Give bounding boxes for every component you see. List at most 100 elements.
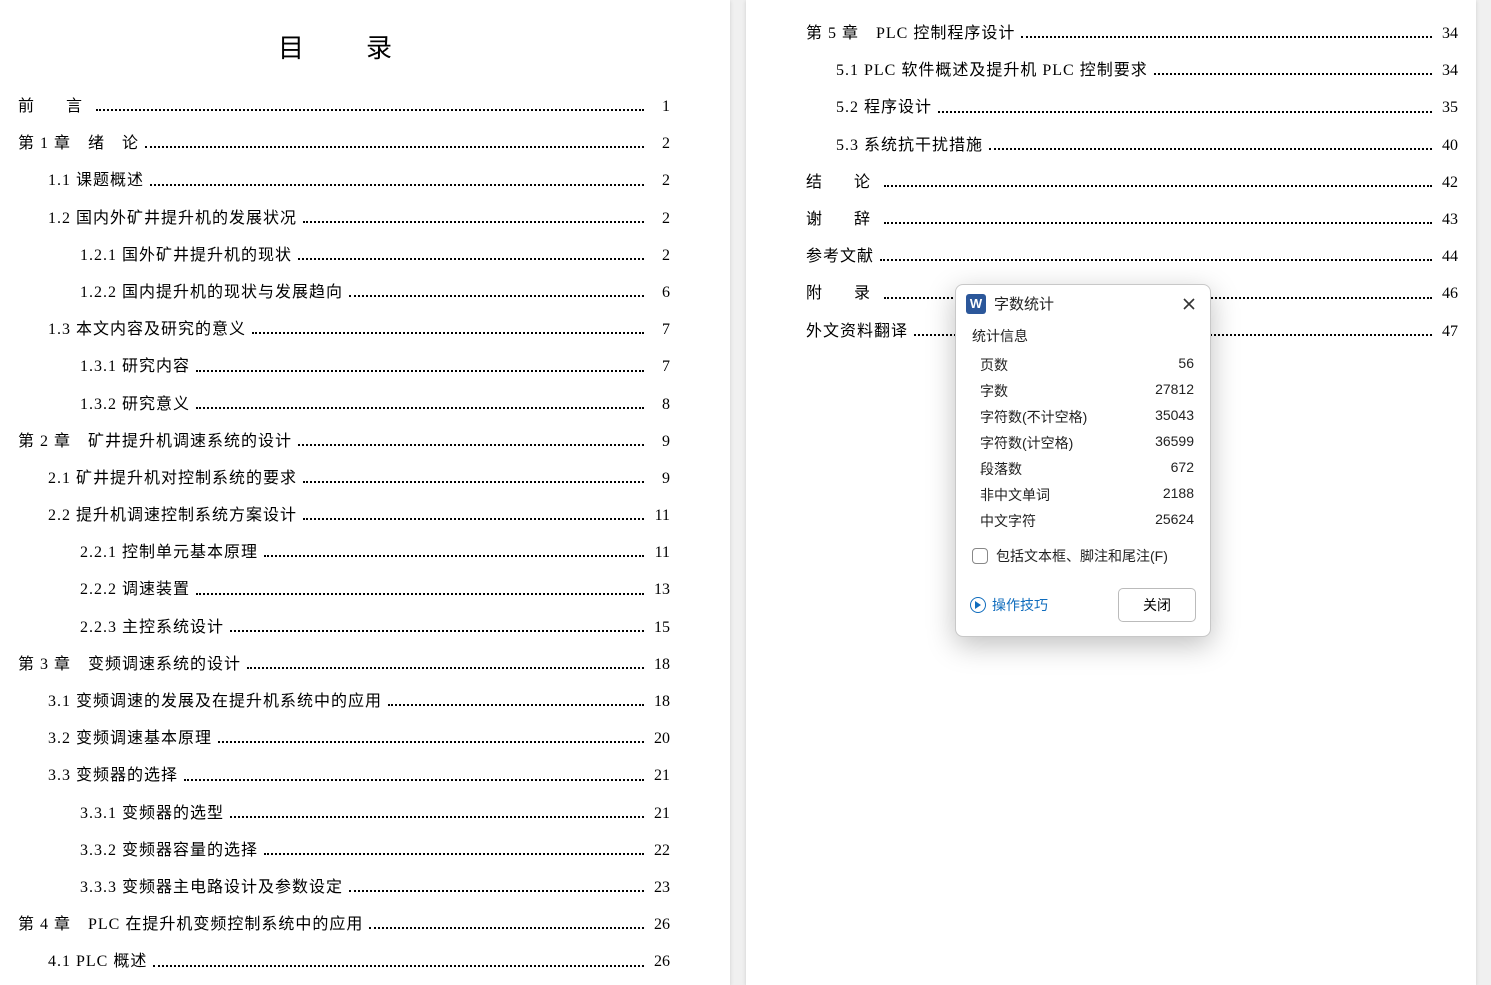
stat-label: 字数 <box>972 381 1008 401</box>
stat-row: 字符数(不计空格)35043 <box>972 404 1194 430</box>
toc-entry-label: 5.2 程序设计 <box>836 94 932 121</box>
toc-entry-page: 7 <box>648 316 670 343</box>
toc-entry-label: 第 5 章 PLC 控制程序设计 <box>806 20 1015 47</box>
tips-link[interactable]: 操作技巧 <box>970 595 1048 615</box>
toc-entry[interactable]: 3.3.1 变频器的选型21 <box>80 800 670 827</box>
toc-entry[interactable]: 第 2 章 矿井提升机调速系统的设计9 <box>18 428 670 455</box>
close-button[interactable]: 关闭 <box>1118 588 1196 622</box>
toc-entry[interactable]: 1.3.1 研究内容 7 <box>80 353 670 380</box>
toc-entry[interactable]: 1.1 课题概述2 <box>48 167 670 194</box>
toc-entry[interactable]: 第 1 章 绪 论 2 <box>18 130 670 157</box>
dialog-title: 字数统计 <box>994 293 1170 314</box>
toc-entry-page: 7 <box>648 353 670 380</box>
toc-entry-page: 40 <box>1436 132 1458 159</box>
toc-entry[interactable]: 3.1 变频调速的发展及在提升机系统中的应用18 <box>48 688 670 715</box>
toc-entry-page: 44 <box>1436 243 1458 270</box>
page-spread: 目 录 前 言1 第 1 章 绪 论 2 1.1 课题概述2 1.2 国内外矿井提升机的… <box>0 0 1491 985</box>
toc-entry-page: 11 <box>648 502 670 529</box>
toc-entry-page: 46 <box>1436 280 1458 307</box>
toc-entry-page: 6 <box>648 279 670 306</box>
toc-leader <box>884 185 1432 187</box>
toc-entry-page: 26 <box>648 911 670 938</box>
dialog-footer: 操作技巧 关闭 <box>956 578 1210 636</box>
toc-entry[interactable]: 第 3 章 变频调速系统的设计 18 <box>18 651 670 678</box>
stat-label: 中文字符 <box>972 511 1036 531</box>
toc-entry-page: 18 <box>648 651 670 678</box>
toc-entry[interactable]: 2.2 提升机调速控制系统方案设计11 <box>48 502 670 529</box>
stat-value: 36599 <box>1155 433 1194 453</box>
toc-leader <box>196 370 644 372</box>
toc-entry-label: 3.3.3 变频器主电路设计及参数设定 <box>80 874 343 901</box>
toc-entry[interactable]: 结 论42 <box>806 169 1458 196</box>
stat-row: 段落数672 <box>972 456 1194 482</box>
toc-entry-label: 2.1 矿井提升机对控制系统的要求 <box>48 465 297 492</box>
toc-entry[interactable]: 5.3 系统抗干扰措施40 <box>836 132 1458 159</box>
toc-entry[interactable]: 第 4 章 PLC 在提升机变频控制系统中的应用26 <box>18 911 670 938</box>
toc-entry[interactable]: 1.2 国内外矿井提升机的发展状况2 <box>48 205 670 232</box>
toc-entry[interactable]: 1.3.2 研究意义 8 <box>80 391 670 418</box>
toc-entry[interactable]: 谢 辞43 <box>806 206 1458 233</box>
toc-entry-label: 1.3.1 研究内容 <box>80 353 190 380</box>
toc-entry[interactable]: 5.1 PLC 软件概述及提升机 PLC 控制要求34 <box>836 57 1458 84</box>
toc-entry[interactable]: 5.2 程序设计 35 <box>836 94 1458 121</box>
toc-entry-label: 第 3 章 变频调速系统的设计 <box>18 651 241 678</box>
toc-entry-label: 1.3.2 研究意义 <box>80 391 190 418</box>
toc-entry[interactable]: 3.3 变频器的选择 21 <box>48 762 670 789</box>
toc-entry[interactable]: 第 5 章 PLC 控制程序设计 34 <box>806 20 1458 47</box>
toc-entry[interactable]: 前 言1 <box>18 93 670 120</box>
toc-list-left: 前 言1 第 1 章 绪 论 2 1.1 课题概述2 1.2 国内外矿井提升机的发展状况… <box>18 93 670 985</box>
toc-entry-page: 21 <box>648 762 670 789</box>
toc-entry[interactable]: 4.1 PLC 概述26 <box>48 948 670 975</box>
toc-entry-label: 2.2.2 调速装置 <box>80 576 190 603</box>
toc-entry-page: 34 <box>1436 20 1458 47</box>
toc-entry-page: 43 <box>1436 206 1458 233</box>
toc-entry-label: 2.2.1 控制单元基本原理 <box>80 539 258 566</box>
toc-entry-label: 3.1 变频调速的发展及在提升机系统中的应用 <box>48 688 382 715</box>
toc-entry-label: 1.2.2 国内提升机的现状与发展趋向 <box>80 279 343 306</box>
stats-list: 页数56字数27812字符数(不计空格)35043字符数(计空格)36599段落… <box>972 352 1194 534</box>
toc-entry[interactable]: 3.3.3 变频器主电路设计及参数设定23 <box>80 874 670 901</box>
toc-entry-page: 20 <box>648 725 670 752</box>
toc-entry-label: 外文资料翻译 <box>806 318 908 345</box>
toc-entry-label: 5.1 PLC 软件概述及提升机 PLC 控制要求 <box>836 57 1148 84</box>
toc-leader <box>230 630 644 632</box>
toc-leader <box>884 222 1432 224</box>
toc-entry-label: 3.2 变频调速基本原理 <box>48 725 212 752</box>
toc-entry[interactable]: 2.1 矿井提升机对控制系统的要求 9 <box>48 465 670 492</box>
toc-entry-page: 1 <box>648 93 670 120</box>
toc-entry-page: 9 <box>648 465 670 492</box>
toc-leader <box>264 555 644 557</box>
toc-entry[interactable]: 1.2.1 国外矿井提升机的现状2 <box>80 242 670 269</box>
stat-value: 27812 <box>1155 381 1194 401</box>
toc-entry[interactable]: 1.3 本文内容及研究的意义 7 <box>48 316 670 343</box>
stat-row: 中文字符25624 <box>972 508 1194 534</box>
toc-leader <box>252 332 644 334</box>
toc-entry[interactable]: 2.2.2 调速装置13 <box>80 576 670 603</box>
toc-leader <box>349 295 644 297</box>
toc-entry-page: 8 <box>648 391 670 418</box>
include-footnotes-checkbox[interactable] <box>972 548 988 564</box>
word-app-icon: W <box>966 294 986 314</box>
toc-entry-page: 35 <box>1436 94 1458 121</box>
close-icon[interactable] <box>1178 295 1200 313</box>
toc-entry-label: 第 1 章 绪 论 <box>18 130 139 157</box>
toc-entry[interactable]: 2.2.1 控制单元基本原理11 <box>80 539 670 566</box>
include-footnotes-row[interactable]: 包括文本框、脚注和尾注(F) <box>972 534 1194 570</box>
toc-leader <box>247 667 644 669</box>
toc-entry[interactable]: 1.2.2 国内提升机的现状与发展趋向 6 <box>80 279 670 306</box>
toc-leader <box>303 481 644 483</box>
toc-entry-page: 2 <box>648 130 670 157</box>
toc-entry-label: 1.2 国内外矿井提升机的发展状况 <box>48 205 297 232</box>
toc-entry-label: 1.3 本文内容及研究的意义 <box>48 316 246 343</box>
toc-leader <box>150 184 644 186</box>
toc-entry[interactable]: 参考文献44 <box>806 243 1458 270</box>
toc-entry[interactable]: 3.3.2 变频器容量的选择22 <box>80 837 670 864</box>
toc-entry-label: 3.3 变频器的选择 <box>48 762 178 789</box>
stat-row: 字数 27812 <box>972 378 1194 404</box>
toc-entry[interactable]: 3.2 变频调速基本原理 20 <box>48 725 670 752</box>
toc-leader <box>153 965 644 967</box>
toc-title: 目 录 <box>18 28 670 65</box>
page-left: 目 录 前 言1 第 1 章 绪 论 2 1.1 课题概述2 1.2 国内外矿井提升机的… <box>0 0 730 985</box>
stat-label: 页数 <box>972 355 1008 375</box>
toc-entry[interactable]: 2.2.3 主控系统设计15 <box>80 614 670 641</box>
